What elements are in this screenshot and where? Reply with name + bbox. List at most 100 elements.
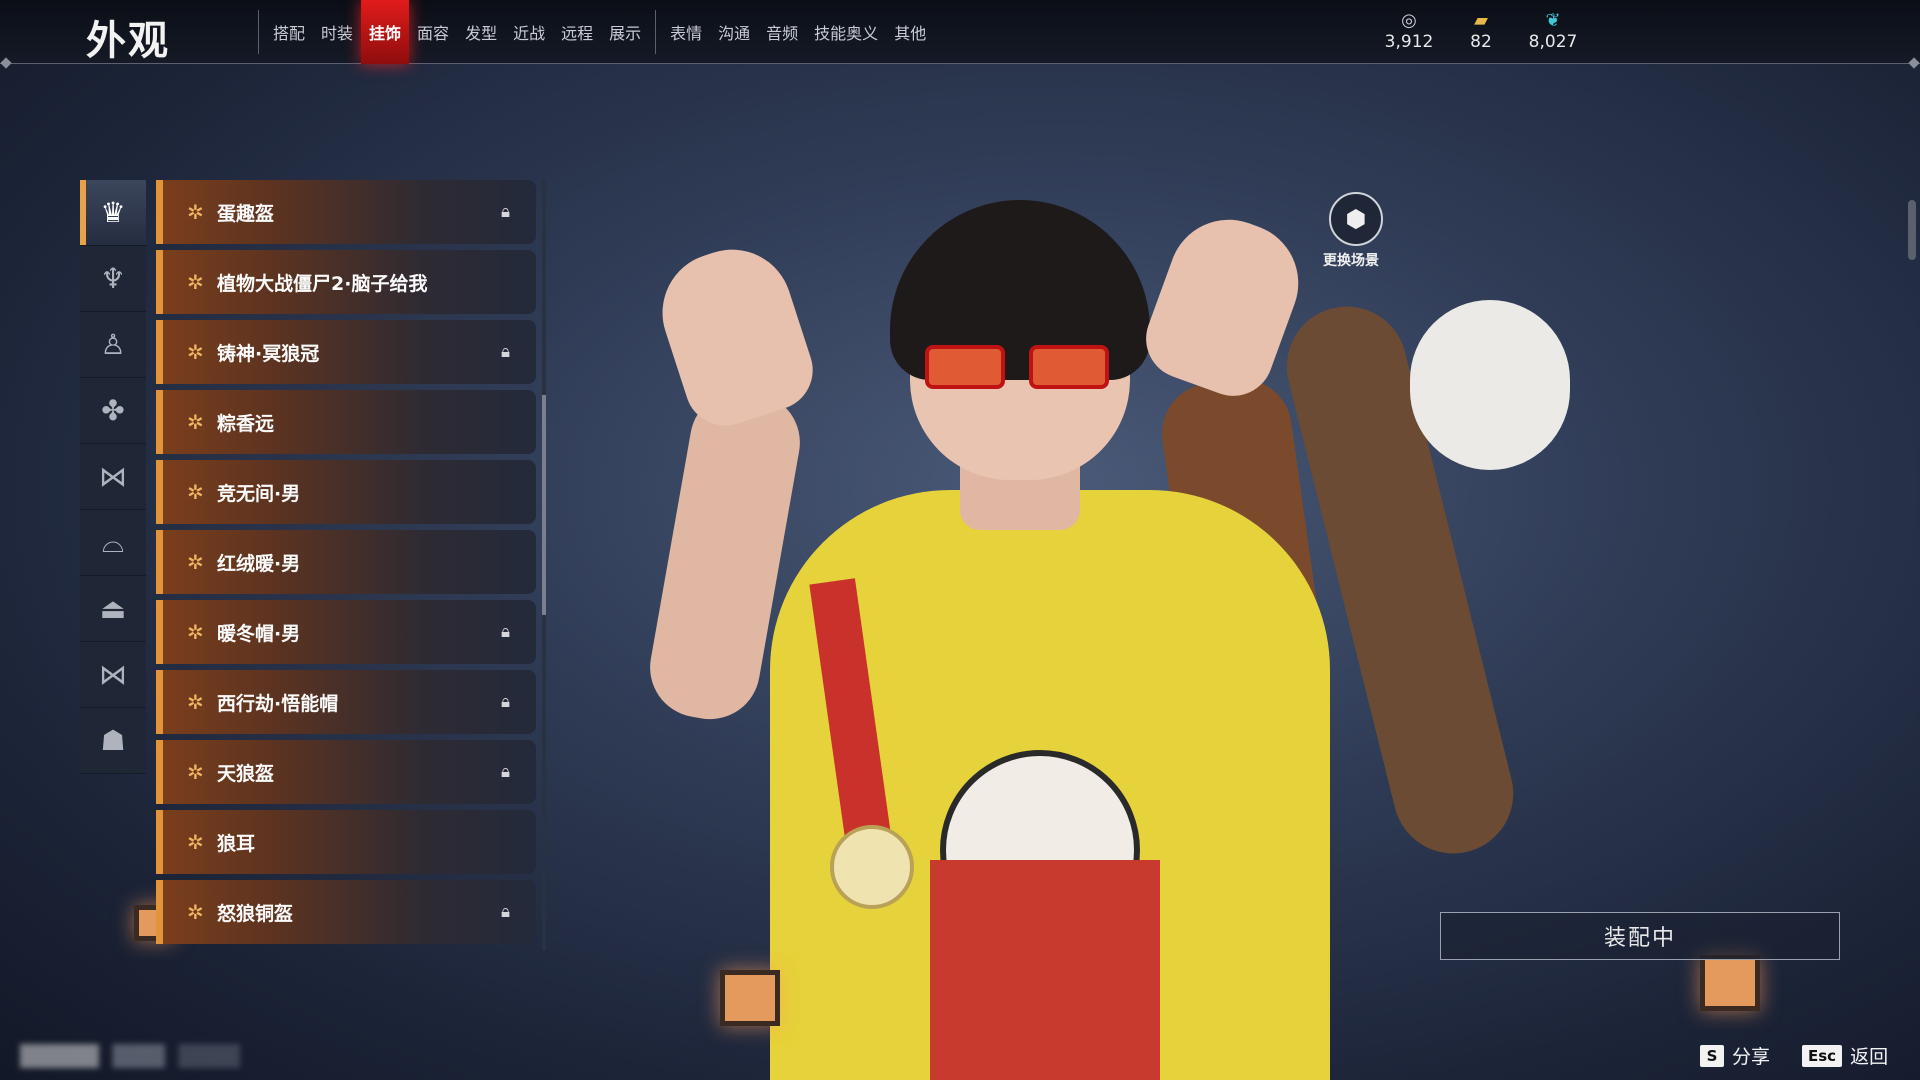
bow-icon: ⋈ — [99, 460, 127, 493]
accessory-category-rail: ♛ ♆ ♙ ✤ ⋈ ⌓ ⏏ ⋈ ☗ — [80, 180, 146, 774]
list-item[interactable]: ✲ 红绒暖·男 — [156, 530, 536, 594]
currency-value: 8,027 — [1528, 32, 1578, 52]
list-item[interactable]: ✲ 竞无间·男 — [156, 460, 536, 524]
tab-display[interactable]: 展示 — [601, 0, 649, 64]
player-name-blurred — [20, 1044, 240, 1068]
demon-mask-icon: ☗ — [100, 724, 126, 757]
category-bow[interactable]: ⋈ — [80, 444, 146, 510]
rarity-star-icon: ✲ — [187, 200, 204, 224]
currency-tickets[interactable]: ▰ 82 — [1441, 10, 1521, 52]
category-head-ornament[interactable]: ♛ — [80, 180, 146, 246]
lantern-decoration — [1700, 955, 1760, 1011]
divider-ornament — [1908, 57, 1920, 69]
tab-communication[interactable]: 沟通 — [710, 0, 758, 64]
rarity-star-icon: ✲ — [187, 620, 204, 644]
lock-icon: 🔒︎ — [500, 342, 510, 362]
item-name: 红绒暖·男 — [217, 552, 301, 575]
scrollbar-thumb[interactable] — [542, 395, 546, 615]
tab-emotes[interactable]: 表情 — [662, 0, 710, 64]
scrollbar-thumb[interactable] — [1908, 200, 1916, 260]
character-glasses — [925, 345, 1115, 389]
rarity-star-icon: ✲ — [187, 690, 204, 714]
accessory-item-list: ✲ 蛋趣盔 🔒︎ ✲ 植物大战僵尸2·脑子给我 ✲ 铸神·冥狼冠 🔒︎ ✲ 粽香… — [156, 180, 536, 950]
tab-fashion[interactable]: 时装 — [313, 0, 361, 64]
rarity-star-icon: ✲ — [187, 760, 204, 784]
list-item[interactable]: ✲ 狼耳 — [156, 810, 536, 874]
key-badge: S — [1700, 1044, 1724, 1067]
tab-melee[interactable]: 近战 — [505, 0, 553, 64]
currency-feathers[interactable]: ❦ 8,027 — [1513, 10, 1593, 52]
list-item[interactable]: ✲ 西行劫·悟能帽 🔒︎ — [156, 670, 536, 734]
hint-label: 返回 — [1850, 1046, 1889, 1068]
head-ornament-icon: ♛ — [100, 196, 126, 229]
change-scene-button[interactable]: ⬢ 更换场景 — [1323, 192, 1386, 270]
preview-zoom-scrollbar[interactable] — [1908, 90, 1916, 270]
back-ornament-icon: ✤ — [101, 394, 125, 427]
lock-icon: 🔒︎ — [500, 902, 510, 922]
page-title: 外观 — [86, 18, 170, 64]
currency-coins[interactable]: ◎ 3,912 — [1369, 10, 1449, 52]
item-list-scrollbar[interactable] — [542, 180, 546, 950]
item-name: 粽香远 — [217, 412, 275, 435]
back-hint[interactable]: Esc 返回 — [1802, 1042, 1888, 1069]
list-item[interactable]: ✲ 暖冬帽·男 🔒︎ — [156, 600, 536, 664]
tab-face[interactable]: 面容 — [409, 0, 457, 64]
category-mask[interactable]: ⌓ — [80, 510, 146, 576]
lock-icon: 🔒︎ — [500, 692, 510, 712]
character-overall — [930, 860, 1160, 1080]
rarity-star-icon: ✲ — [187, 480, 204, 504]
list-item[interactable]: ✲ 蛋趣盔 🔒︎ — [156, 180, 536, 244]
item-name: 怒狼铜盔 — [217, 902, 294, 925]
tab-skill-ultimate[interactable]: 技能奥义 — [806, 0, 886, 64]
lantern-decoration — [720, 970, 780, 1026]
coin-icon: ◎ — [1401, 10, 1417, 31]
list-item[interactable]: ✲ 怒狼铜盔 🔒︎ — [156, 880, 536, 944]
item-name: 狼耳 — [217, 832, 256, 855]
category-back-ornament[interactable]: ✤ — [80, 378, 146, 444]
list-item[interactable]: ✲ 植物大战僵尸2·脑子给我 — [156, 250, 536, 314]
list-item[interactable]: ✲ 铸神·冥狼冠 🔒︎ — [156, 320, 536, 384]
waist-icon: ⋈ — [99, 658, 127, 691]
key-badge: Esc — [1802, 1044, 1843, 1067]
currency-value: 3,912 — [1384, 32, 1434, 52]
figure-icon: ♙ — [100, 328, 126, 361]
item-name: 铸神·冥狼冠 — [217, 342, 320, 365]
change-scene-label: 更换场景 — [1323, 253, 1379, 269]
list-item[interactable]: ✲ 粽香远 — [156, 390, 536, 454]
lock-icon: 🔒︎ — [500, 622, 510, 642]
divider-ornament — [0, 57, 12, 69]
category-tabs: 搭配 时装 挂饰 面容 发型 近战 远程 展示 表情 沟通 音频 技能奥义 其他 — [252, 0, 934, 64]
item-name: 暖冬帽·男 — [217, 622, 301, 645]
character-medal — [830, 825, 914, 909]
rarity-star-icon: ✲ — [187, 830, 204, 854]
equipped-status-button[interactable]: 装配中 — [1440, 912, 1840, 960]
item-name: 植物大战僵尸2·脑子给我 — [217, 272, 428, 295]
category-hat[interactable]: ⏏ — [80, 576, 146, 642]
currency-value: 82 — [1470, 32, 1492, 52]
tab-ranged[interactable]: 远程 — [553, 0, 601, 64]
character-left-hand — [646, 234, 824, 436]
item-name: 竞无间·男 — [217, 482, 301, 505]
rarity-star-icon: ✲ — [187, 270, 204, 294]
mask-icon: ⌓ — [101, 525, 125, 559]
category-demon-mask[interactable]: ☗ — [80, 708, 146, 774]
tab-outfit[interactable]: 搭配 — [265, 0, 313, 64]
ticket-icon: ▰ — [1474, 10, 1488, 31]
tab-separator — [258, 10, 259, 54]
tab-audio[interactable]: 音频 — [758, 0, 806, 64]
tab-accessories[interactable]: 挂饰 — [361, 0, 410, 64]
lock-icon: 🔒︎ — [500, 762, 510, 782]
tab-hairstyle[interactable]: 发型 — [457, 0, 505, 64]
item-name: 天狼盔 — [217, 762, 275, 785]
category-figure[interactable]: ♙ — [80, 312, 146, 378]
rarity-star-icon: ✲ — [187, 340, 204, 364]
category-hairpin[interactable]: ♆ — [80, 246, 146, 312]
share-hint[interactable]: S 分享 — [1700, 1042, 1770, 1069]
category-waist[interactable]: ⋈ — [80, 642, 146, 708]
item-name: 蛋趣盔 — [217, 202, 275, 225]
top-bar: 外观 搭配 时装 挂饰 面容 发型 近战 远程 展示 表情 沟通 音频 技能奥义… — [0, 0, 1920, 69]
tab-other[interactable]: 其他 — [886, 0, 934, 64]
list-item[interactable]: ✲ 天狼盔 🔒︎ — [156, 740, 536, 804]
rarity-star-icon: ✲ — [187, 410, 204, 434]
pet-ferret — [1410, 300, 1570, 470]
